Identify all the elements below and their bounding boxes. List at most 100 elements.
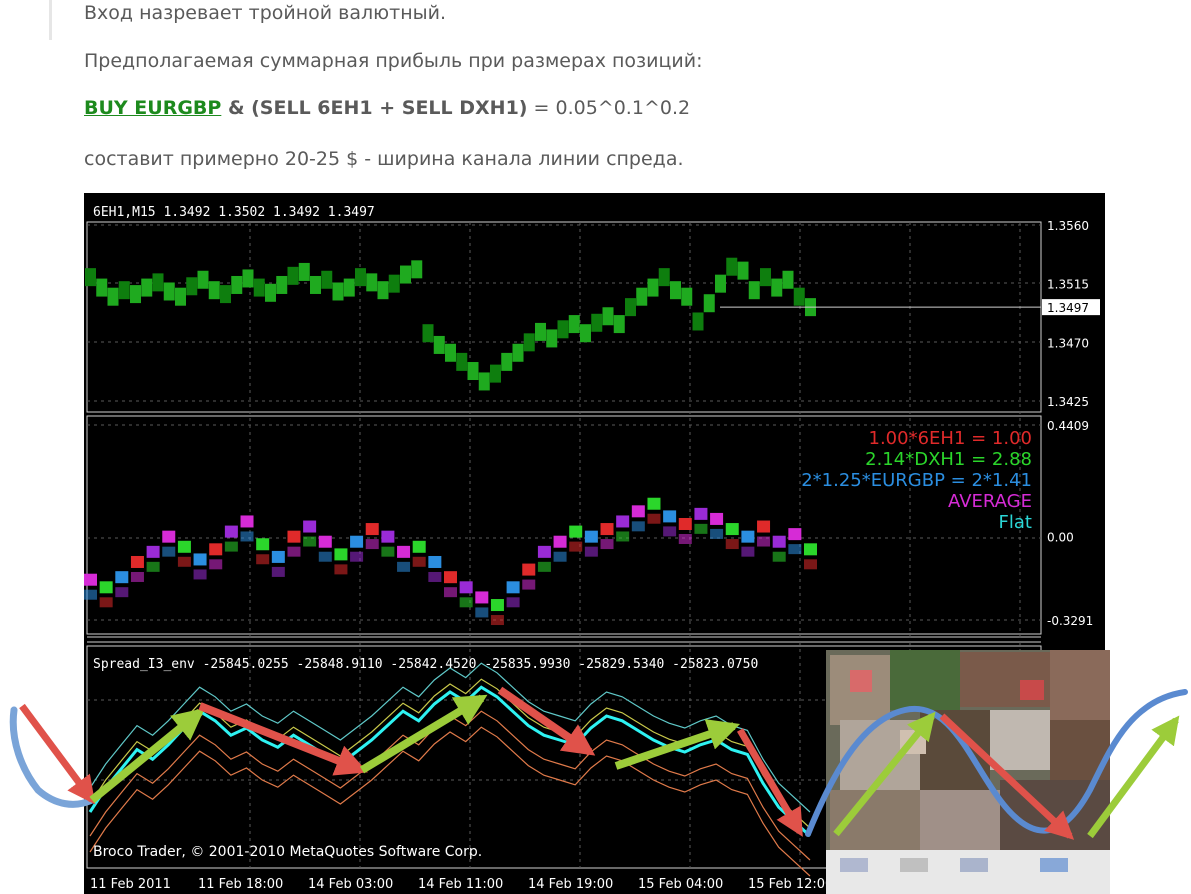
spread-component-cell [84, 573, 97, 586]
spread-component-cell [381, 530, 395, 543]
spread-component-cell [600, 523, 614, 536]
spread-component-cell [240, 531, 254, 542]
spread-chart-figure: 6EH1,M15 1.3492 1.3502 1.3492 1.3497 1.3… [9, 193, 1188, 894]
spread-component-cell [647, 513, 661, 524]
spread-component-cell [318, 535, 332, 548]
legend-entry: 2*1.25*EURGBP = 2*1.41 [801, 470, 1032, 491]
price-bar [321, 270, 333, 289]
time-tick-label: 15 Feb 12:00 [748, 877, 833, 892]
spread-component-cell [193, 569, 207, 580]
legend-entry: Flat [999, 512, 1032, 533]
price-bar [253, 278, 265, 297]
spread-component-cell [350, 551, 364, 562]
spread-component-cell [694, 523, 708, 534]
spread-component-cell [772, 551, 786, 562]
price-bar [310, 275, 321, 294]
spread-component-cell [710, 512, 724, 525]
price-bar [568, 315, 580, 334]
spread-component-cell [412, 540, 426, 553]
spread-component-cell [788, 528, 802, 541]
price-bar [411, 260, 423, 279]
price-bar [636, 287, 648, 306]
spread-component-cell [678, 533, 692, 544]
spread-component-cell [115, 571, 129, 584]
price-bar [523, 333, 535, 352]
price-bar [478, 372, 490, 391]
price-bar [658, 268, 670, 287]
spread-component-cell [224, 525, 238, 538]
price-bar [760, 268, 771, 287]
spread-component-cell [584, 546, 598, 557]
price-bar [512, 343, 524, 362]
spread-component-cell [146, 545, 160, 558]
price-bar [400, 265, 411, 284]
price-bar [197, 270, 209, 289]
time-tick-label: 14 Feb 11:00 [418, 877, 503, 892]
legend-entry: 1.00*6EH1 = 1.00 [869, 428, 1033, 449]
spread-component-cell [616, 515, 630, 528]
price-bar [231, 275, 243, 294]
spread-component-cell [522, 563, 536, 576]
price-bar [692, 312, 704, 331]
spread-component-cell [631, 521, 645, 532]
spread-component-cell [397, 561, 411, 572]
legend-entry: 2.14*DXH1 = 2.88 [865, 449, 1032, 470]
spread-component-cell [365, 523, 379, 536]
price-bar [433, 335, 445, 354]
price-bar [220, 285, 231, 304]
spread-component-cell [725, 539, 739, 550]
price-bar [366, 273, 378, 292]
time-tick-label: 11 Feb 18:00 [198, 877, 283, 892]
spread-component-cell [475, 607, 489, 618]
spread-component-cell [584, 530, 598, 543]
spread-component-cell [663, 510, 677, 523]
price-bar [96, 278, 108, 297]
price-bar [85, 268, 96, 287]
spread-component-cell [600, 539, 614, 550]
price-bar [163, 282, 175, 301]
price-bar [670, 281, 681, 300]
price-bar [557, 320, 569, 339]
spread-component-cell [115, 587, 129, 598]
price-bar [546, 329, 558, 348]
spread-component-cell [506, 581, 520, 594]
spread-component-cell [303, 536, 317, 547]
spread-component-cell [757, 520, 771, 533]
spread-component-cell [444, 587, 457, 598]
time-tick-label: 11 Feb 2011 [90, 877, 171, 892]
price-bar [793, 287, 805, 306]
spread-component-cell [459, 581, 473, 594]
spread-component-cell [146, 561, 160, 572]
spread-component-cell [224, 541, 238, 552]
spread-component-cell [663, 526, 677, 537]
spread-component-cell [177, 556, 191, 567]
price-bar [737, 261, 749, 280]
price-panel-title: 6EH1,M15 1.3492 1.3502 1.3492 1.3497 [93, 205, 375, 220]
spread-component-cell [84, 589, 97, 600]
spread-component-cell [318, 551, 332, 562]
time-axis: 11 Feb 2011 11 Feb 18:00 14 Feb 03:00 14 Fe… [90, 877, 833, 892]
price-bar [456, 352, 468, 371]
price-bar [208, 281, 220, 300]
price-bar [287, 266, 299, 285]
spread-component-cell [271, 566, 285, 577]
spread-component-cell [678, 517, 692, 530]
spread-component-cell [209, 559, 223, 570]
spread-component-cell [710, 528, 724, 539]
spread-component-cell [162, 546, 176, 557]
price-bar [355, 268, 366, 287]
spread-component-cell [537, 561, 551, 572]
price-bar [703, 294, 715, 313]
spread-component-cell [303, 520, 317, 533]
current-price-label: 1.3497 [1047, 301, 1089, 315]
price-bar [298, 262, 310, 281]
spread-component-cell [459, 597, 473, 608]
spread-component-cell [256, 554, 270, 565]
spread-component-cell [177, 540, 191, 553]
price-tick-label: 1.3470 [1047, 336, 1089, 350]
indicator-tick-label: -0.3291 [1047, 614, 1093, 628]
time-tick-label: 14 Feb 03:00 [308, 877, 393, 892]
spread-component-cell [444, 571, 457, 584]
spread-component-cell [694, 507, 708, 520]
price-bar [501, 352, 513, 371]
